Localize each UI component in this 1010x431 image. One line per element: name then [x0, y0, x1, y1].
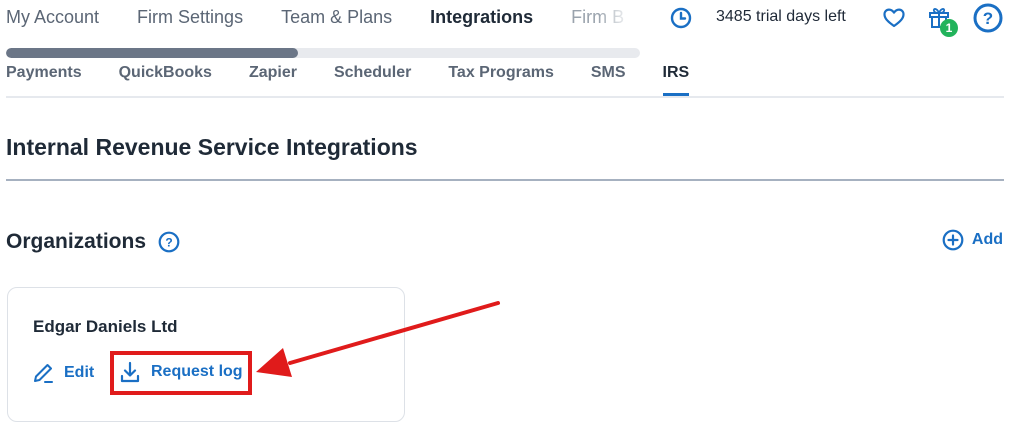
gift-badge: 1 [940, 19, 958, 37]
top-nav-scrollbar[interactable] [6, 48, 640, 58]
page-title: Internal Revenue Service Integrations [6, 134, 418, 160]
trial-days-text: 3485 trial days left [716, 8, 846, 25]
sub-nav: Payments QuickBooks Zapier Scheduler Tax… [6, 60, 1004, 98]
svg-text:?: ? [165, 236, 172, 250]
tab-team-plans[interactable]: Team & Plans [281, 7, 392, 28]
heart-icon[interactable] [883, 8, 905, 28]
subtab-irs[interactable]: IRS [662, 60, 690, 96]
plus-circle-icon [942, 229, 964, 251]
scrollbar-thumb[interactable] [6, 48, 298, 58]
request-log-button[interactable]: Request log [119, 361, 243, 383]
edit-label: Edit [64, 364, 95, 381]
section-divider [6, 179, 1004, 181]
subtab-sms[interactable]: SMS [591, 60, 626, 96]
tab-integrations[interactable]: Integrations [430, 7, 533, 28]
subtab-payments[interactable]: Payments [6, 60, 82, 96]
pencil-icon [34, 364, 53, 383]
clock-icon[interactable] [670, 7, 692, 29]
organizations-header: Organizations ? [6, 228, 180, 256]
request-log-label: Request log [151, 363, 243, 380]
subtab-quickbooks[interactable]: QuickBooks [119, 60, 212, 96]
add-label: Add [971, 231, 1003, 248]
subtab-tax-programs[interactable]: Tax Programs [448, 60, 554, 96]
organizations-title: Organizations [6, 230, 147, 253]
add-organization-button[interactable]: Add [942, 229, 1003, 251]
top-nav: My Account Firm Settings Team & Plans In… [6, 0, 662, 34]
subtab-scheduler[interactable]: Scheduler [334, 60, 411, 96]
edit-button[interactable]: Edit [32, 362, 94, 384]
nav-fade-overlay [598, 0, 646, 40]
organization-name: Edgar Daniels Ltd [33, 317, 178, 336]
tab-my-account[interactable]: My Account [6, 7, 99, 28]
download-icon [120, 361, 140, 383]
help-icon[interactable]: ? [973, 3, 1003, 33]
tab-firm-settings[interactable]: Firm Settings [137, 7, 243, 28]
header-right: 3485 trial days left 1 ? [660, 0, 1010, 40]
svg-text:?: ? [983, 9, 993, 28]
help-icon[interactable]: ? [158, 231, 180, 253]
organization-card: Edgar Daniels Ltd Edit Request log [7, 287, 405, 422]
subtab-zapier[interactable]: Zapier [249, 60, 297, 96]
